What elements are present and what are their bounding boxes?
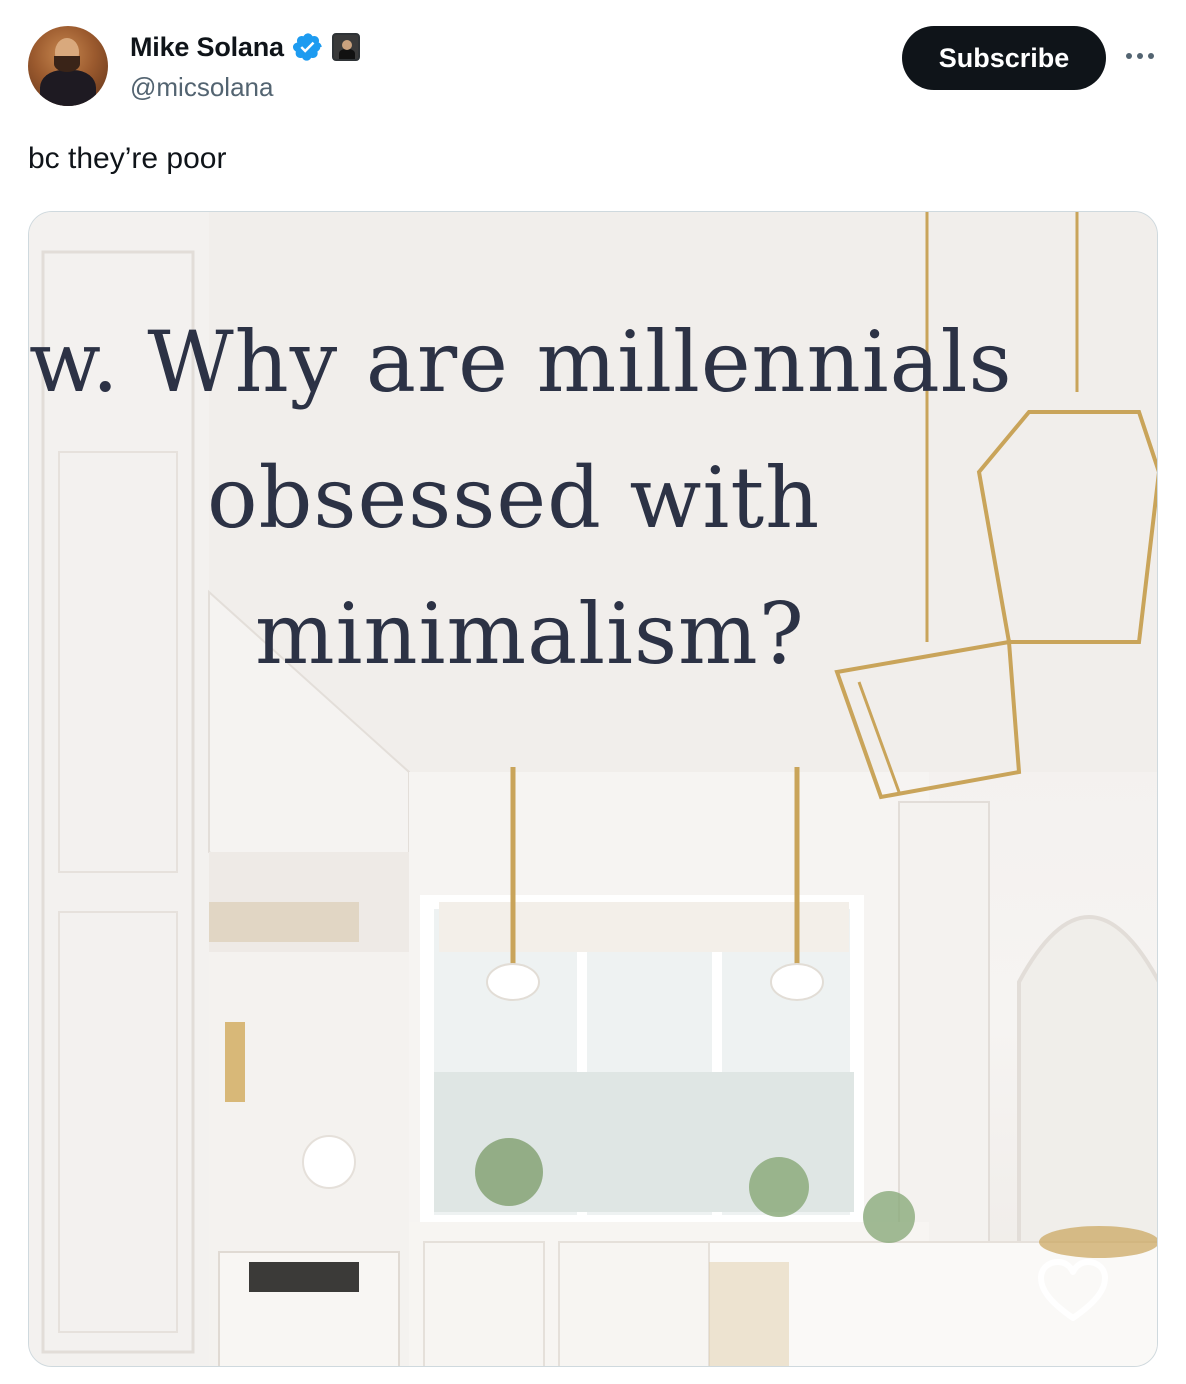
- overlay-line-2: obsessed with: [207, 449, 821, 547]
- more-dot: [1126, 53, 1132, 59]
- avatar-coat: [40, 70, 96, 106]
- more-dot: [1137, 53, 1143, 59]
- author-name-row: Mike Solana: [130, 30, 360, 64]
- affiliate-figure-head: [341, 40, 352, 50]
- avatar[interactable]: [28, 26, 108, 106]
- more-options-icon[interactable]: [1120, 44, 1160, 68]
- tweet-text: bc they’re poor: [28, 142, 227, 175]
- overlay-line-3: minimalism?: [255, 585, 805, 683]
- more-dot: [1148, 53, 1154, 59]
- affiliate-badge-icon[interactable]: [331, 33, 360, 61]
- author-display-name[interactable]: Mike Solana: [130, 32, 284, 63]
- tweet-card: Mike Solana @micsolana Subscribe bc they…: [0, 0, 1186, 1384]
- verified-badge-icon: [292, 33, 322, 61]
- author-handle[interactable]: @micsolana: [130, 72, 273, 103]
- overlay-line-1: w. Why are millennials: [29, 313, 1013, 411]
- media-image[interactable]: w. Why are millennials obsessed with min…: [28, 211, 1158, 1367]
- affiliate-figure-body: [338, 49, 355, 59]
- avatar-beard: [54, 56, 80, 72]
- subscribe-button[interactable]: Subscribe: [902, 26, 1106, 90]
- heart-outline-icon[interactable]: [1035, 1256, 1111, 1324]
